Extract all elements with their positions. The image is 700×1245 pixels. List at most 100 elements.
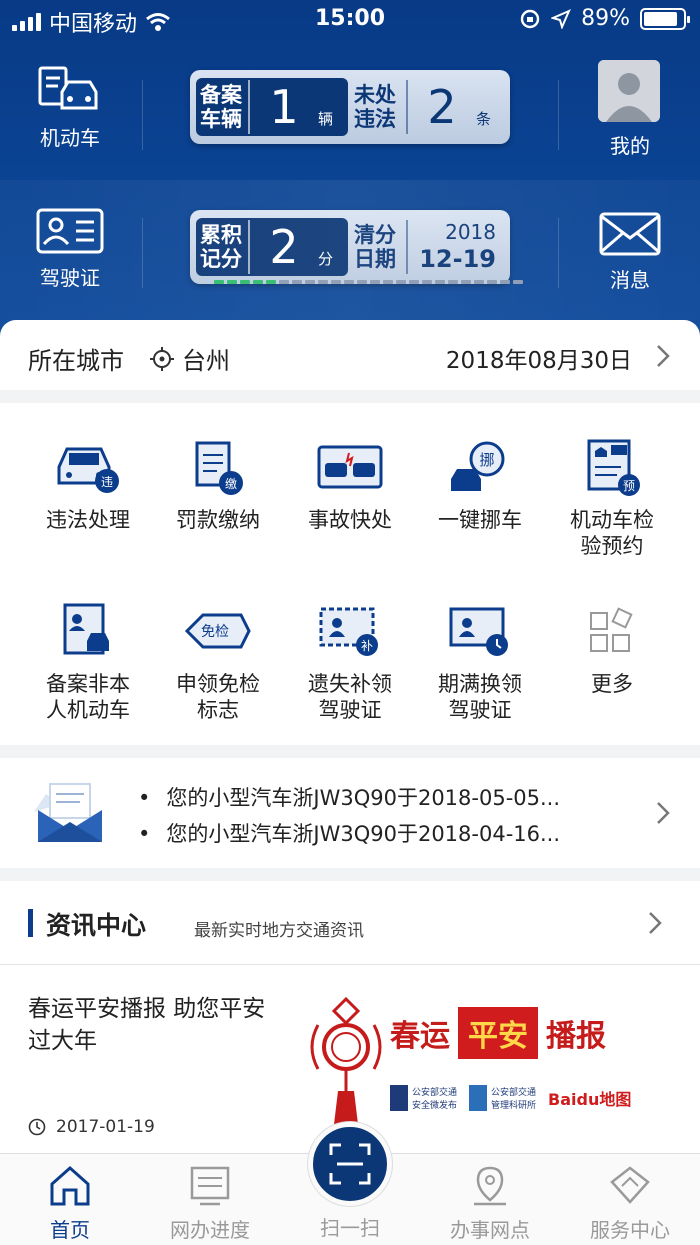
scan-button[interactable]	[308, 1122, 392, 1206]
service-label: 遗失补领 驾驶证	[308, 672, 392, 722]
battery-percent: 89%	[581, 6, 630, 31]
registered-vehicles-label: 备案 车辆	[196, 83, 248, 131]
messages-button[interactable]: 消息	[570, 212, 690, 293]
banner-chars-1: 春运	[390, 1019, 450, 1054]
progress-segment	[487, 280, 497, 284]
chevron-right-icon	[649, 912, 662, 934]
tab-progress[interactable]: 网办进度	[150, 1164, 270, 1243]
move-car-icon: 挪	[451, 441, 505, 491]
license-button[interactable]: 驾驶证	[10, 208, 130, 291]
notice-item[interactable]: 您的小型汽车浙JW3Q90于2018-04-16...	[138, 818, 560, 848]
article-date: 2017-01-19	[56, 1117, 155, 1137]
progress-list-icon	[190, 1166, 230, 1206]
map-pin-icon	[474, 1166, 506, 1206]
city-selector[interactable]: 台州	[150, 341, 230, 376]
banner-headline: 春运 平安 播报	[390, 1007, 606, 1059]
service-label: 罚款缴纳	[176, 508, 260, 532]
register-vehicle-icon	[63, 603, 109, 655]
progress-segment	[292, 280, 302, 284]
chevron-right-icon	[657, 345, 670, 367]
progress-segment	[513, 280, 523, 284]
clock-icon	[28, 1118, 46, 1136]
progress-segment	[318, 280, 328, 284]
service-move-car[interactable]: 挪 一键挪车	[414, 439, 546, 533]
clear-date-md: 12-19	[419, 245, 496, 273]
service-exempt-sign[interactable]: 免检 申领免检 标志	[152, 603, 284, 723]
unhandled-violations-label: 未处 违法	[354, 83, 396, 131]
svg-text:预: 预	[623, 479, 635, 493]
service-label: 事故快处	[308, 508, 392, 532]
city-row[interactable]: 所在城市 台州 2018年08月30日	[0, 320, 700, 390]
header: 中国移动 15:00 89% 机动车 驾驶证 备案 车辆 1 辆 未处 违法 2…	[0, 0, 700, 345]
service-accident[interactable]: 事故快处	[284, 439, 416, 533]
svg-text:违: 违	[101, 475, 113, 489]
accumulated-points-label: 累积 记分	[200, 223, 242, 271]
score-progress-bar	[214, 280, 523, 284]
tab-service-center[interactable]: 服务中心	[570, 1164, 690, 1243]
notice-panel[interactable]: 您的小型汽车浙JW3Q90于2018-05-05... 您的小型汽车浙JW3Q9…	[0, 758, 700, 868]
svg-text:挪: 挪	[479, 451, 494, 469]
progress-segment	[266, 280, 276, 284]
license-label: 驾驶证	[40, 266, 100, 290]
service-label: 申领免检 标志	[176, 672, 260, 722]
progress-segment	[383, 280, 393, 284]
progress-segment	[357, 280, 367, 284]
location-arrow-icon	[551, 8, 572, 29]
battery-icon	[640, 7, 690, 30]
reissue-license-icon: 补	[319, 607, 378, 656]
avatar[interactable]	[598, 60, 660, 122]
progress-segment	[344, 280, 354, 284]
progress-segment	[331, 280, 341, 284]
inspection-icon: 预	[587, 439, 640, 496]
progress-segment	[214, 280, 224, 284]
notice-item[interactable]: 您的小型汽车浙JW3Q90于2018-05-05...	[138, 782, 560, 812]
tmri-logo: 公安部交通 管理科研所	[469, 1085, 536, 1111]
service-more[interactable]: 更多	[546, 603, 678, 697]
tab-label: 办事网点	[450, 1218, 530, 1242]
clear-date-label: 清分 日期	[354, 223, 396, 271]
article-title: 春运平安播报 助您平安过大年	[28, 996, 266, 1054]
service-register-vehicle[interactable]: 备案非本 人机动车	[22, 603, 154, 723]
tab-scan-label[interactable]: 扫一扫	[290, 1212, 410, 1241]
banner-chars-3: 播报	[546, 1019, 606, 1054]
progress-segment	[435, 280, 445, 284]
registered-vehicles-unit: 辆	[318, 109, 334, 128]
section-accent-bar	[28, 909, 33, 937]
rotation-lock-icon	[520, 9, 540, 28]
accumulated-points-unit: 分	[318, 249, 334, 268]
chevron-right-icon	[657, 802, 670, 824]
tab-home[interactable]: 首页	[10, 1164, 130, 1243]
service-label: 机动车检 验预约	[570, 508, 654, 558]
license-summary-plate[interactable]: 累积 记分 2 分 清分 日期 2018 12-19	[190, 210, 523, 284]
tab-label: 网办进度	[170, 1218, 250, 1242]
vehicle-button[interactable]: 机动车	[10, 64, 130, 151]
progress-segment	[240, 280, 250, 284]
service-renew-license[interactable]: 期满换领 驾驶证	[414, 603, 546, 723]
fine-payment-icon: 缴	[195, 441, 243, 495]
news-header[interactable]: 资讯中心 最新实时地方交通资讯	[0, 881, 700, 965]
progress-segment	[253, 280, 263, 284]
service-inspection[interactable]: 预 机动车检 验预约	[546, 439, 678, 559]
vehicle-summary-plate[interactable]: 备案 车辆 1 辆 未处 违法 2 条	[190, 70, 510, 144]
baidu-map-logo: Baidu地图	[548, 1090, 632, 1109]
me-label-wrap[interactable]: 我的	[570, 130, 690, 159]
banner-logos: 公安部交通 安全微发布 公安部交通 管理科研所 Baidu地图	[390, 1085, 631, 1111]
svg-text:缴: 缴	[225, 476, 237, 491]
news-subtitle: 最新实时地方交通资讯	[194, 921, 364, 941]
exempt-sign-icon: 免检	[184, 613, 251, 649]
progress-segment	[305, 280, 315, 284]
renew-license-icon	[449, 607, 508, 656]
service-violation[interactable]: 违 违法处理	[22, 439, 154, 533]
service-label: 违法处理	[46, 508, 130, 532]
user-silhouette-icon	[598, 60, 660, 122]
status-bar: 中国移动 15:00 89%	[0, 0, 700, 40]
tab-label: 首页	[50, 1218, 90, 1242]
registered-vehicles-count: 1	[248, 80, 318, 134]
service-fine[interactable]: 缴 罚款缴纳	[152, 439, 284, 533]
service-reissue-license[interactable]: 补 遗失补领 驾驶证	[284, 603, 416, 723]
tab-service-points[interactable]: 办事网点	[430, 1164, 550, 1243]
messages-label: 消息	[610, 268, 650, 292]
service-label: 一键挪车	[438, 508, 522, 532]
progress-segment	[461, 280, 471, 284]
progress-segment	[500, 280, 510, 284]
